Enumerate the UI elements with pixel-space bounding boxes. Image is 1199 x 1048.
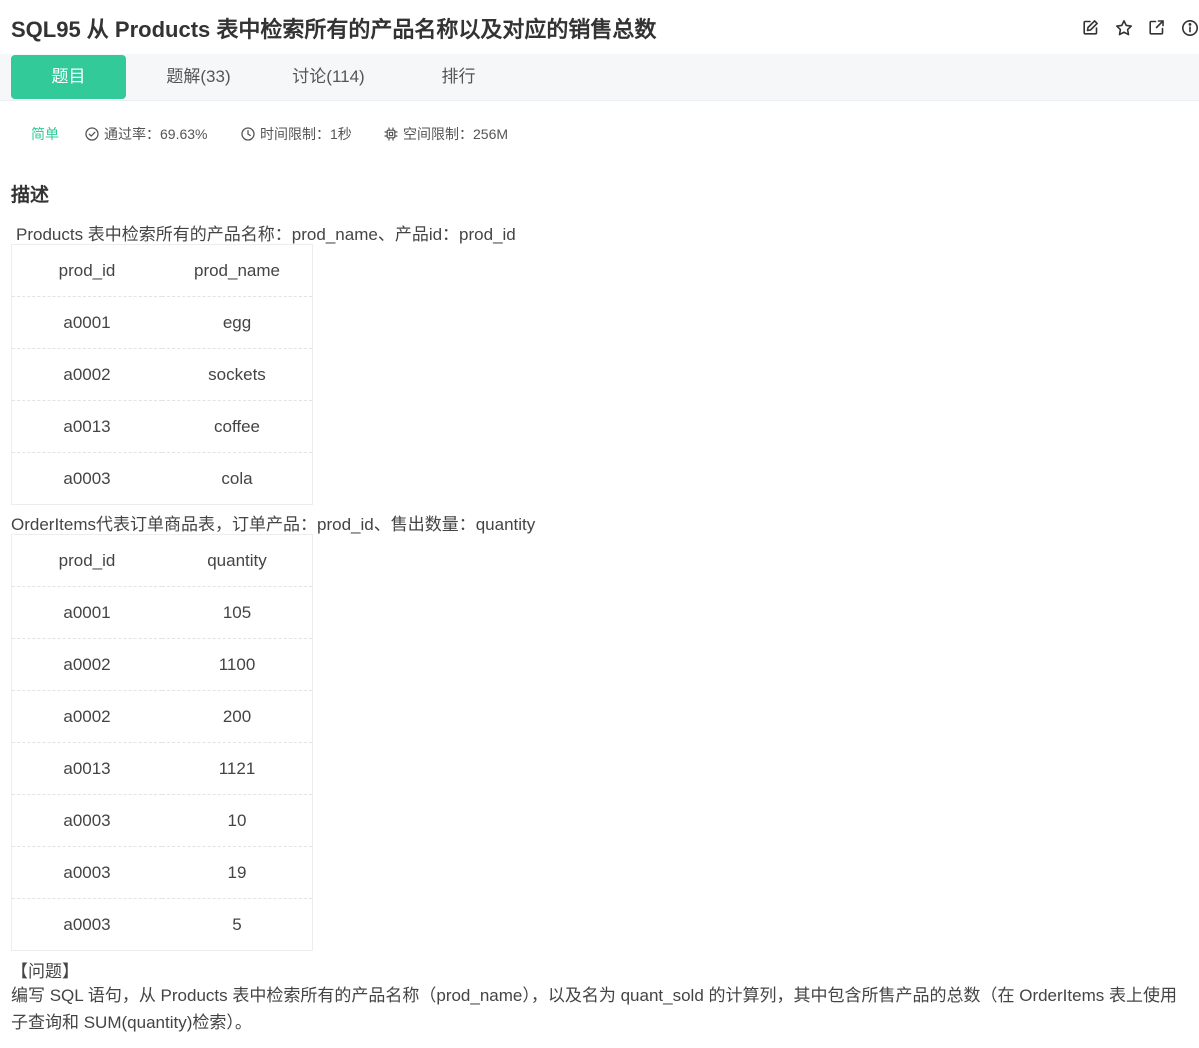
table-cell: a0003 — [11, 794, 162, 847]
table-cell: 1121 — [162, 742, 313, 795]
problem-text: 编写 SQL 语句，从 Products 表中检索所有的产品名称（prod_na… — [11, 986, 1177, 1032]
table-row: a0003 10 — [11, 794, 313, 847]
table-cell: a0003 — [63, 468, 111, 488]
table-row: a0003 5 — [12, 899, 313, 951]
table-cell: a0001 — [11, 586, 162, 639]
table-cell: 5 — [232, 914, 242, 934]
column-header: quantity — [162, 534, 313, 587]
orderitems-intro: OrderItems代表订单商品表，订单产品：prod_id、售出数量：quan… — [11, 515, 536, 534]
chip-icon — [384, 127, 398, 141]
check-circle-icon — [85, 127, 99, 141]
products-intro: Products 表中检索所有的产品名称：prod_name、产品id：prod… — [16, 225, 516, 244]
star-icon[interactable] — [1113, 17, 1134, 38]
external-link-icon[interactable] — [1146, 17, 1167, 38]
table-header-row: prod_id quantity — [11, 534, 313, 587]
table-cell: a0013 — [11, 742, 162, 795]
space-limit: 空间限制：256M — [384, 124, 508, 144]
time-limit: 时间限制：1秒 — [241, 124, 352, 144]
table-row: a0002 sockets — [11, 348, 313, 401]
column-header: prod_id — [11, 534, 162, 587]
time-limit-label: 时间限制：1秒 — [260, 126, 352, 142]
title-row: SQL95 从 Products 表中检索所有的产品名称以及对应的销售总数 — [0, 0, 1199, 54]
table-cell: 200 — [162, 690, 313, 743]
problem-label: 【问题】 — [11, 962, 79, 981]
column-header: prod_name — [162, 244, 313, 297]
tab-problem[interactable]: 题目 — [11, 55, 126, 99]
edit-icon[interactable] — [1080, 17, 1101, 38]
table-cell: coffee — [162, 400, 313, 453]
orderitems-table: prod_id quantity a0001 105 a0002 1100 a0… — [11, 534, 313, 951]
table-cell: a0013 — [11, 400, 162, 453]
table-cell: 1100 — [162, 638, 313, 691]
table-cell: a0002 — [11, 348, 162, 401]
table-row: a0013 1121 — [11, 742, 313, 795]
table-row: a0003 19 — [11, 846, 313, 899]
table-cell: 19 — [162, 846, 313, 899]
table-cell: a0003 — [11, 846, 162, 899]
table-row: a0002 200 — [11, 690, 313, 743]
table-cell: cola — [221, 468, 253, 488]
table-header-row: prod_id prod_name — [11, 244, 313, 297]
description-heading: 描述 — [11, 185, 50, 206]
tab-bar: 题目 题解(33) 讨论(114) 排行 — [0, 54, 1199, 101]
tab-discussion[interactable]: 讨论(114) — [271, 55, 386, 99]
difficulty-label: 简单 — [31, 126, 59, 142]
table-row: a0002 1100 — [11, 638, 313, 691]
info-icon[interactable] — [1179, 17, 1199, 38]
tab-solutions[interactable]: 题解(33) — [141, 55, 256, 99]
column-header: prod_id — [11, 244, 162, 297]
table-cell: 105 — [162, 586, 313, 639]
table-row: a0001 105 — [11, 586, 313, 639]
space-limit-label: 空间限制：256M — [403, 126, 509, 142]
pass-rate-label: 通过率：69.63% — [104, 126, 208, 142]
problem-meta: 简单 通过率：69.63% 时间限制：1秒 空间限制：256M — [0, 120, 1199, 146]
table-cell: a0001 — [11, 296, 162, 349]
table-cell: a0002 — [11, 690, 162, 743]
table-cell: a0002 — [11, 638, 162, 691]
tab-ranking[interactable]: 排行 — [401, 55, 516, 99]
title-actions — [1080, 17, 1199, 39]
table-row: a0001 egg — [11, 296, 313, 349]
table-cell: egg — [162, 296, 313, 349]
table-row: a0003 cola — [12, 453, 313, 505]
clock-icon — [241, 127, 255, 141]
products-table: prod_id prod_name a0001 egg a0002 socket… — [11, 244, 313, 505]
problem-page: SQL95 从 Products 表中检索所有的产品名称以及对应的销售总数 题目… — [0, 0, 1199, 1048]
table-row: a0013 coffee — [11, 400, 313, 453]
pass-rate: 通过率：69.63% — [85, 124, 207, 144]
table-cell: a0003 — [63, 914, 111, 934]
table-cell: 10 — [162, 794, 313, 847]
table-cell: sockets — [162, 348, 313, 401]
page-title: SQL95 从 Products 表中检索所有的产品名称以及对应的销售总数 — [11, 17, 657, 42]
difficulty-badge: 简单 — [31, 124, 59, 144]
